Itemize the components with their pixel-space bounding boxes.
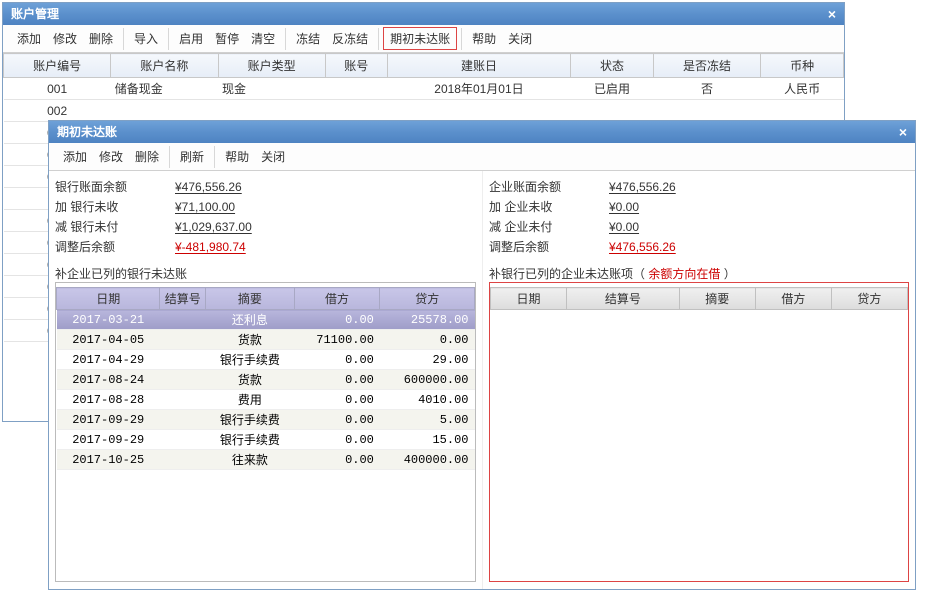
column-header[interactable]: 是否冻结 — [653, 54, 760, 78]
summary-line: 调整后余额¥476,556.26 — [489, 237, 909, 257]
column-header[interactable]: 借方 — [755, 288, 831, 310]
summary-value: ¥71,100.00 — [175, 197, 315, 217]
toolbar-btn-添加[interactable]: 添加 — [57, 146, 93, 167]
toolbar-btn-关闭[interactable]: 关闭 — [255, 146, 291, 167]
toolbar-group: 启用暂停清空 — [169, 28, 286, 50]
column-header[interactable]: 币种 — [761, 54, 844, 78]
dialog-toolbar: 添加修改删除刷新帮助关闭 — [49, 143, 915, 171]
summary-label: 减 企业未付 — [489, 217, 609, 237]
toolbar-group: 期初未达账 — [379, 28, 462, 50]
toolbar-group: 添加修改删除 — [53, 146, 170, 168]
toolbar-btn-帮助[interactable]: 帮助 — [466, 28, 502, 49]
toolbar-group: 添加修改删除 — [7, 28, 124, 50]
column-header[interactable]: 借方 — [294, 288, 380, 310]
column-header[interactable]: 日期 — [57, 288, 160, 310]
right-table: 日期结算号摘要借方贷方 — [490, 287, 908, 310]
toolbar-btn-暂停[interactable]: 暂停 — [209, 28, 245, 49]
toolbar-btn-反冻结[interactable]: 反冻结 — [326, 28, 374, 49]
right-caption: 补银行已列的企业未达账项（ 余额方向在借 ） — [489, 265, 909, 282]
close-icon[interactable]: × — [828, 3, 836, 25]
table-row[interactable]: 2017-08-24货款0.00600000.00 — [57, 370, 475, 390]
column-header[interactable]: 账户名称 — [111, 54, 218, 78]
column-header[interactable]: 贷方 — [380, 288, 475, 310]
summary-value: ¥476,556.26 — [609, 237, 749, 257]
main-toolbar: 添加修改删除导入启用暂停清空冻结反冻结期初未达账帮助关闭 — [3, 25, 844, 53]
toolbar-btn-启用[interactable]: 启用 — [173, 28, 209, 49]
summary-line: 加 银行未收¥71,100.00 — [55, 197, 476, 217]
left-table-wrap[interactable]: 日期结算号摘要借方贷方 2017-03-21还利息0.0025578.00201… — [55, 282, 476, 582]
toolbar-btn-添加[interactable]: 添加 — [11, 28, 47, 49]
main-title: 账户管理 — [11, 3, 59, 25]
summary-value: ¥476,556.26 — [175, 177, 315, 197]
column-header[interactable]: 账户编号 — [4, 54, 111, 78]
summary-label: 调整后余额 — [489, 237, 609, 257]
toolbar-btn-关闭[interactable]: 关闭 — [502, 28, 538, 49]
table-row[interactable]: 2017-03-21还利息0.0025578.00 — [57, 310, 475, 330]
close-icon[interactable]: × — [899, 121, 907, 143]
toolbar-btn-修改[interactable]: 修改 — [93, 146, 129, 167]
table-row[interactable]: 2017-04-29银行手续费0.0029.00 — [57, 350, 475, 370]
right-table-wrap[interactable]: 日期结算号摘要借方贷方 — [489, 282, 909, 582]
summary-label: 加 银行未收 — [55, 197, 175, 217]
toolbar-btn-冻结[interactable]: 冻结 — [290, 28, 326, 49]
summary-value: ¥0.00 — [609, 197, 749, 217]
toolbar-btn-删除[interactable]: 删除 — [129, 146, 165, 167]
dialog-title: 期初未达账 — [57, 121, 117, 143]
toolbar-btn-期初未达账[interactable]: 期初未达账 — [383, 27, 457, 50]
left-panel: 银行账面余额¥476,556.26加 银行未收¥71,100.00减 银行未付¥… — [49, 171, 482, 589]
table-row[interactable]: 002 — [4, 100, 844, 122]
summary-label: 企业账面余额 — [489, 177, 609, 197]
table-row[interactable]: 2017-09-29银行手续费0.005.00 — [57, 410, 475, 430]
summary-value: ¥0.00 — [609, 217, 749, 237]
toolbar-btn-修改[interactable]: 修改 — [47, 28, 83, 49]
summary-label: 银行账面余额 — [55, 177, 175, 197]
toolbar-btn-导入[interactable]: 导入 — [128, 28, 164, 49]
summary-line: 企业账面余额¥476,556.26 — [489, 177, 909, 197]
summary-value: ¥1,029,637.00 — [175, 217, 315, 237]
summary-label: 调整后余额 — [55, 237, 175, 257]
toolbar-group: 帮助关闭 — [462, 28, 542, 50]
main-titlebar: 账户管理 × — [3, 3, 844, 25]
summary-line: 加 企业未收¥0.00 — [489, 197, 909, 217]
table-row[interactable]: 2017-04-05货款71100.000.00 — [57, 330, 475, 350]
summary-line: 银行账面余额¥476,556.26 — [55, 177, 476, 197]
toolbar-btn-刷新[interactable]: 刷新 — [174, 146, 210, 167]
toolbar-group: 帮助关闭 — [215, 146, 295, 168]
left-caption: 补企业已列的银行未达账 — [55, 265, 476, 282]
toolbar-group: 冻结反冻结 — [286, 28, 379, 50]
column-header[interactable]: 账号 — [325, 54, 387, 78]
toolbar-btn-删除[interactable]: 删除 — [83, 28, 119, 49]
dialog-body: 银行账面余额¥476,556.26加 银行未收¥71,100.00减 银行未付¥… — [49, 171, 915, 589]
column-header[interactable]: 结算号 — [160, 288, 206, 310]
left-table: 日期结算号摘要借方贷方 2017-03-21还利息0.0025578.00201… — [56, 287, 475, 470]
summary-value: ¥-481,980.74 — [175, 237, 315, 257]
column-header[interactable]: 日期 — [491, 288, 567, 310]
table-row[interactable]: 001储备现金现金2018年01月01日已启用否人民币 — [4, 78, 844, 100]
right-panel: 企业账面余额¥476,556.26加 企业未收¥0.00减 企业未付¥0.00调… — [482, 171, 915, 589]
column-header[interactable]: 建账日 — [387, 54, 570, 78]
toolbar-btn-帮助[interactable]: 帮助 — [219, 146, 255, 167]
summary-label: 减 银行未付 — [55, 217, 175, 237]
column-header[interactable]: 摘要 — [679, 288, 755, 310]
summary-value: ¥476,556.26 — [609, 177, 749, 197]
column-header[interactable]: 账户类型 — [218, 54, 325, 78]
table-row[interactable]: 2017-08-28费用0.004010.00 — [57, 390, 475, 410]
column-header[interactable]: 结算号 — [567, 288, 680, 310]
table-row[interactable]: 2017-09-29银行手续费0.0015.00 — [57, 430, 475, 450]
summary-line: 减 银行未付¥1,029,637.00 — [55, 217, 476, 237]
summary-line: 调整后余额¥-481,980.74 — [55, 237, 476, 257]
column-header[interactable]: 状态 — [571, 54, 654, 78]
table-row[interactable]: 2017-10-25往来款0.00400000.00 — [57, 450, 475, 470]
summary-line: 减 企业未付¥0.00 — [489, 217, 909, 237]
summary-label: 加 企业未收 — [489, 197, 609, 217]
column-header[interactable]: 贷方 — [831, 288, 907, 310]
toolbar-group: 导入 — [124, 28, 169, 50]
column-header[interactable]: 摘要 — [206, 288, 295, 310]
dialog-titlebar: 期初未达账 × — [49, 121, 915, 143]
dialog-window: 期初未达账 × 添加修改删除刷新帮助关闭 银行账面余额¥476,556.26加 … — [48, 120, 916, 590]
toolbar-group: 刷新 — [170, 146, 215, 168]
toolbar-btn-清空[interactable]: 清空 — [245, 28, 281, 49]
